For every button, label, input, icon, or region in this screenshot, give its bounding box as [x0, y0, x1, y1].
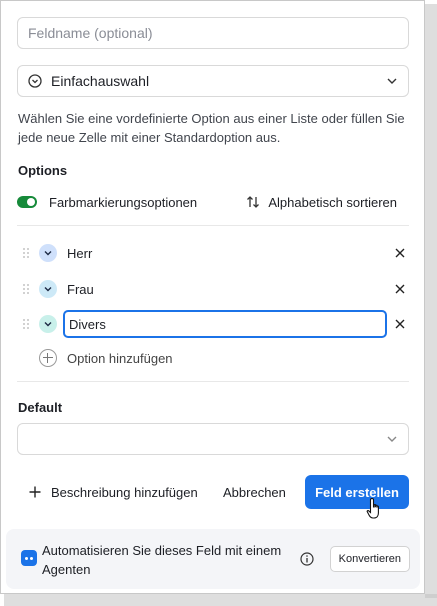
hand-pointer-icon: [366, 497, 379, 519]
plus-icon: [29, 486, 41, 498]
color-coding-label: Farbmarkierungsoptionen: [49, 194, 198, 210]
default-select[interactable]: [17, 423, 409, 455]
convert-button[interactable]: Konvertieren: [329, 546, 410, 572]
field-type-label: Einfachauswahl: [51, 73, 150, 89]
option-label[interactable]: Herr: [67, 246, 92, 261]
create-field-dialog: Einfachauswahl Wählen Sie eine vordefini…: [0, 0, 425, 594]
color-coding-toggle[interactable]: [17, 196, 37, 208]
field-type-description: Wählen Sie eine vordefinierte Option aus…: [18, 111, 405, 145]
sort-label: Alphabetisch sortieren: [268, 194, 397, 210]
field-type-select[interactable]: Einfachauswahl: [17, 65, 409, 97]
chevron-down-icon: [44, 251, 52, 256]
chevron-down-icon: [387, 436, 397, 442]
add-option-label: Option hinzufügen: [67, 350, 173, 366]
field-name-input-wrapper: [17, 17, 409, 49]
agent-banner-text: Automatisieren Sie dieses Feld mit einem…: [42, 543, 282, 577]
close-icon[interactable]: [395, 248, 405, 258]
option-color-picker[interactable]: [39, 280, 57, 298]
drag-handle-icon[interactable]: [19, 282, 33, 296]
close-icon[interactable]: [395, 284, 405, 294]
add-description-label: Beschreibung hinzufügen: [51, 484, 198, 500]
agent-icon: [21, 550, 37, 566]
chevron-down-icon: [44, 287, 52, 292]
option-row: Herr: [17, 238, 409, 268]
options-heading: Options: [18, 163, 68, 178]
drag-handle-icon[interactable]: [19, 317, 33, 331]
field-name-input[interactable]: [18, 18, 408, 48]
sort-arrows-icon: [247, 196, 260, 208]
option-row: Divers: [17, 309, 409, 339]
chevron-down-icon: [44, 322, 52, 327]
option-color-picker[interactable]: [39, 315, 57, 333]
info-icon[interactable]: [300, 552, 314, 566]
sort-alphabetically-button[interactable]: Alphabetisch sortieren: [246, 195, 397, 210]
add-description-button[interactable]: Beschreibung hinzufügen: [29, 475, 198, 509]
chevron-down-icon: [387, 78, 397, 84]
cancel-button[interactable]: Abbrechen: [223, 475, 286, 509]
create-field-button[interactable]: Feld erstellen: [305, 475, 409, 509]
option-label-input[interactable]: Divers: [63, 310, 387, 338]
option-row: Frau: [17, 274, 409, 304]
circle-check-icon: [28, 74, 42, 88]
plus-circle-icon: [39, 349, 57, 367]
close-icon[interactable]: [395, 319, 405, 329]
default-heading: Default: [18, 400, 63, 415]
option-color-picker[interactable]: [39, 244, 57, 262]
add-option-button[interactable]: Option hinzufügen: [39, 349, 173, 367]
option-label[interactable]: Frau: [67, 282, 94, 297]
agent-banner: Automatisieren Sie dieses Feld mit einem…: [6, 529, 420, 589]
drag-handle-icon[interactable]: [19, 246, 33, 260]
